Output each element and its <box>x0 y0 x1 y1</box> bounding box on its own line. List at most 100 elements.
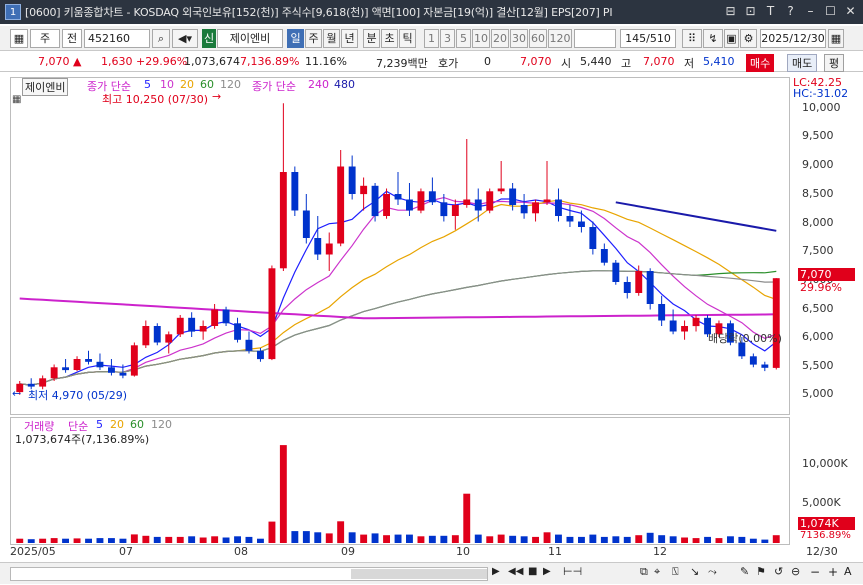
volume-last-pct: 7136.89% <box>800 530 851 541</box>
search-icon[interactable]: ⌕ <box>152 29 170 48</box>
interval-1[interactable]: 1 <box>424 29 439 48</box>
price-axis[interactable]: LC:42.25 HC:-31.02 10,000 9,500 9,000 8,… <box>790 76 863 415</box>
volume-bar <box>325 533 333 543</box>
rewind-icon[interactable]: ◀◀ <box>508 566 523 577</box>
chart-menu-icon[interactable]: ▦ <box>12 94 21 105</box>
stock-label-tag[interactable]: 제이엔비 <box>22 78 69 96</box>
stop-icon[interactable]: ■ <box>528 566 537 577</box>
scroll-track[interactable] <box>10 567 488 581</box>
volume-bar <box>337 521 345 544</box>
low-annotation: 최저 4,970 (05/29) <box>28 389 128 402</box>
minus-icon[interactable]: − <box>810 565 820 579</box>
candle-body <box>176 317 184 335</box>
reset-icon[interactable]: ↺ <box>774 565 783 578</box>
tab-minute[interactable]: 분 <box>363 29 380 48</box>
price-chart-pane[interactable]: 제이엔비 종가 단순 5 10 20 60 120 종가 단순 240 480 … <box>10 77 790 415</box>
minimize-button[interactable]: – <box>802 3 819 20</box>
candle-body <box>50 367 58 379</box>
scroll-thumb[interactable] <box>351 569 487 579</box>
layout-grid-icon[interactable]: ▦ <box>10 29 28 48</box>
tile-icon[interactable]: ⊡ <box>742 3 759 20</box>
window-title-bar: 1 [0600] 키움종합차트 - KOSDAQ 외국인보유[152(천)] 주… <box>0 0 863 24</box>
close-button[interactable]: ✕ <box>842 3 859 20</box>
period-type-select[interactable]: 주 <box>30 29 60 48</box>
trend-down-icon[interactable]: ↘ <box>690 565 699 578</box>
volume-tick: 10,000K <box>802 457 848 470</box>
window-number-badge: 1 <box>5 4 21 20</box>
volume-bar <box>681 537 688 543</box>
tab-week[interactable]: 주 <box>305 29 322 48</box>
gear-icon[interactable]: ⚙ <box>740 29 757 48</box>
candle-body <box>39 378 47 387</box>
split-view-icon[interactable]: ⧉ <box>640 565 648 579</box>
alert-icon[interactable]: ⚑ <box>756 565 766 578</box>
quote-price: 7,070 <box>520 55 552 68</box>
candle-body <box>96 361 104 368</box>
price-chart-canvas[interactable] <box>10 77 790 415</box>
stock-code-input[interactable]: 452160 <box>84 29 150 48</box>
volume-axis[interactable]: 10,000K 5,000K 1,074K 7136.89% <box>790 417 863 545</box>
interval-10[interactable]: 10 <box>472 29 490 48</box>
buy-button[interactable]: 매수 <box>746 54 775 72</box>
interval-3[interactable]: 3 <box>440 29 455 48</box>
volume-bar <box>520 536 528 543</box>
quote-info-bar: 7,070 ▲ 1,630 +29.96% 1,073,674 7,136.89… <box>0 52 863 72</box>
sell-button[interactable]: 매도 <box>787 54 818 72</box>
save-icon[interactable]: ▣ <box>724 29 739 48</box>
tab-second[interactable]: 초 <box>381 29 398 48</box>
volume-bar <box>257 538 264 543</box>
volume-bar <box>383 535 390 543</box>
interval-5[interactable]: 5 <box>456 29 471 48</box>
scroll-right-icon[interactable]: ▶ <box>492 566 500 577</box>
text-size-icon[interactable]: T <box>762 3 779 20</box>
forward-icon[interactable]: ▶ <box>543 566 551 577</box>
volume-bar <box>360 534 368 543</box>
candle-body <box>165 334 173 343</box>
interval-60[interactable]: 60 <box>529 29 547 48</box>
interval-20[interactable]: 20 <box>491 29 509 48</box>
evaluate-button[interactable]: 평 <box>824 54 845 72</box>
market-select[interactable]: 전 <box>62 29 82 48</box>
maximize-button[interactable]: ☐ <box>822 3 839 20</box>
tab-day[interactable]: 일 <box>287 29 304 48</box>
candle-body <box>337 166 345 244</box>
open-label: 시 <box>561 57 572 70</box>
crosshair-icon[interactable]: ⌖ <box>654 565 660 579</box>
volume-bar <box>623 536 631 543</box>
layout-icon[interactable]: ⊟ <box>722 3 739 20</box>
sound-icon[interactable]: ◀▾ <box>172 29 198 48</box>
help-icon[interactable]: ? <box>782 3 799 20</box>
ma2-legend-prefix: 종가 단순 <box>252 80 296 93</box>
zoom-range-icon[interactable]: ⊢⊣ <box>563 565 582 578</box>
drawing-icon[interactable]: ✎ <box>740 565 749 578</box>
indicator-icon[interactable]: ⍂ <box>672 565 679 579</box>
trade-amount: 7,239백만 <box>376 57 428 70</box>
tab-month[interactable]: 월 <box>323 29 340 48</box>
data-count-display[interactable]: 145/510 <box>620 29 676 48</box>
price-change: 1,630 <box>101 55 133 68</box>
interval-30[interactable]: 30 <box>510 29 528 48</box>
tab-year[interactable]: 년 <box>341 29 358 48</box>
grid-settings-icon[interactable]: ⠿ <box>682 29 702 48</box>
turnover-rate: 11.16% <box>305 55 347 68</box>
custom-interval-select[interactable] <box>574 29 616 48</box>
volume-bar <box>451 535 459 543</box>
vol-ma5-legend: 5 <box>96 418 103 431</box>
zoom-out-icon[interactable]: ⊖ <box>791 565 800 578</box>
price-change-pct: +29.96% <box>136 55 188 68</box>
volume-bar <box>222 537 230 543</box>
plus-icon[interactable]: + <box>828 565 838 579</box>
data-count: 145 <box>625 32 647 45</box>
interval-120[interactable]: 120 <box>548 29 572 48</box>
date-input[interactable]: 2025/12/30 <box>760 29 826 48</box>
trend-icon[interactable]: ⤳ <box>708 565 717 579</box>
auto-scale-icon[interactable]: A <box>844 565 852 578</box>
volume-chart-pane[interactable]: 거래량 단순 5 20 60 120 1,073,674주(7,136.89%) <box>10 417 790 545</box>
chart-style-icon[interactable]: ↯ <box>703 29 723 48</box>
volume-bar <box>578 536 585 543</box>
calendar-icon[interactable]: ▦ <box>828 29 844 48</box>
volume-bar <box>119 538 127 543</box>
chart-scroll-bar[interactable]: ▶ ◀◀ ■ ▶ ⊢⊣ ⧉ ⌖ ⍂ ↘ ⤳ ✎ ⚑ ↺ ⊖ − + A <box>0 562 863 584</box>
tab-tick[interactable]: 틱 <box>399 29 416 48</box>
candle-body <box>772 278 780 368</box>
